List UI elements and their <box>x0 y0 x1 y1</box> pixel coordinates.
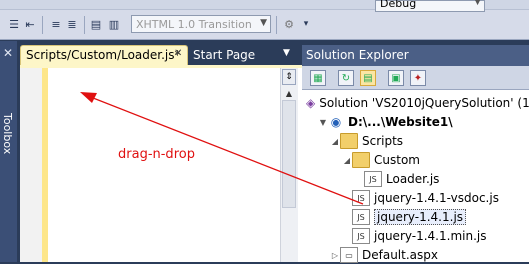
drag-arrow-head <box>80 92 97 103</box>
drag-arrow-line <box>87 95 364 205</box>
drag-arrow <box>80 92 364 205</box>
